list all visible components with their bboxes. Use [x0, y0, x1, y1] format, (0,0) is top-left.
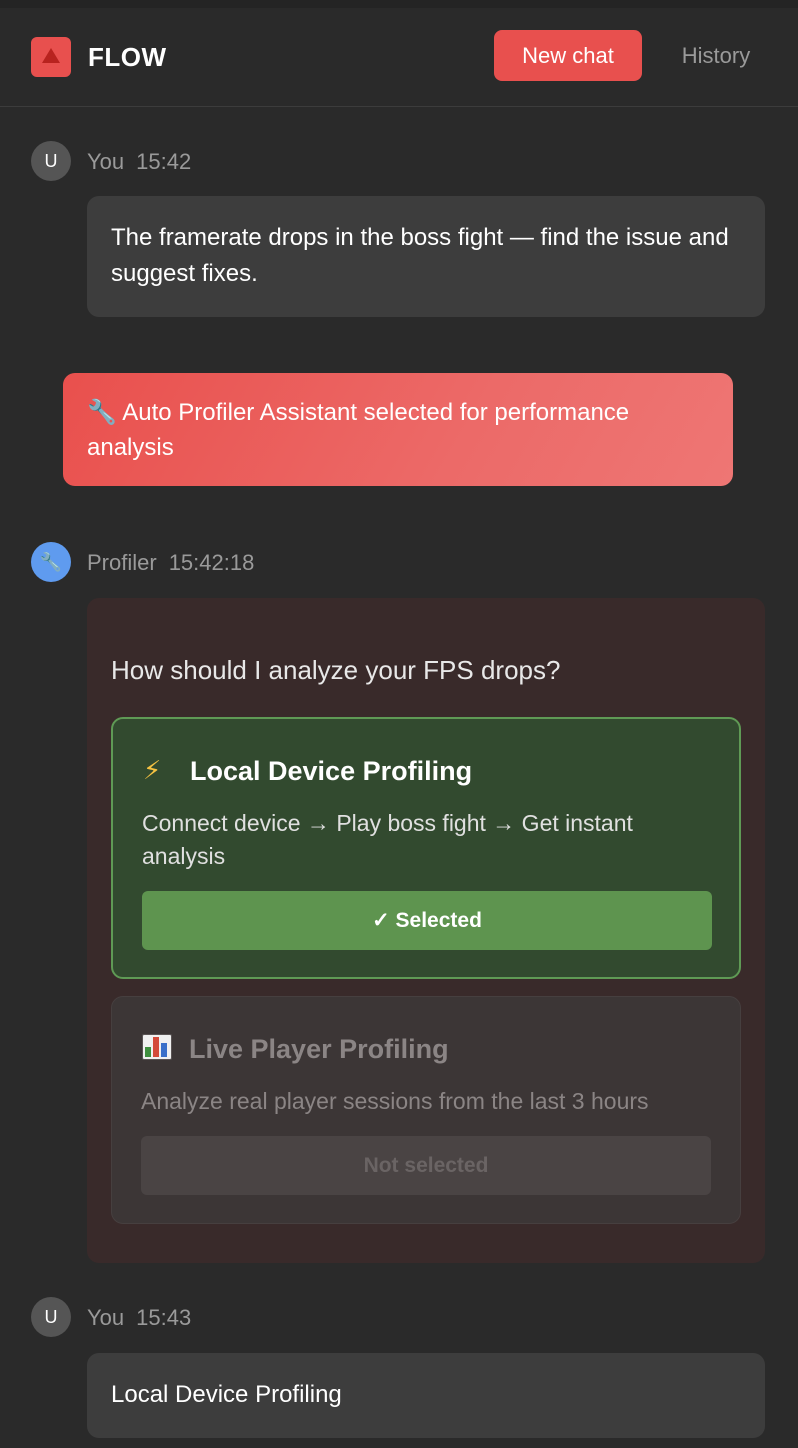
message-meta: You 15:42: [87, 149, 191, 175]
profiler-message-panel: How should I analyze your FPS drops? ⚡ L…: [87, 598, 765, 1263]
option-title: Live Player Profiling: [189, 1034, 449, 1064]
message-time: 15:42:18: [168, 550, 255, 575]
user-message-bubble: Local Device Profiling: [87, 1353, 765, 1438]
window-top-strip: [0, 0, 798, 8]
message-text: Local Device Profiling: [111, 1381, 342, 1408]
message-meta: You 15:43: [87, 1305, 191, 1331]
new-chat-button[interactable]: New chat: [494, 30, 642, 81]
user-avatar: U: [31, 141, 71, 181]
option-description: Connect device → Play boss fight → Get i…: [142, 810, 633, 869]
message-meta: Profiler 15:42:18: [87, 550, 254, 576]
lightning-icon: ⚡: [143, 755, 162, 785]
app-logo-icon: [31, 37, 71, 77]
profiler-avatar: 🔧: [31, 542, 71, 582]
option-description: Analyze real player sessions from the la…: [141, 1088, 649, 1114]
wrench-icon: 🔧: [39, 551, 63, 572]
message-author: You: [87, 1305, 125, 1330]
notice-text: 🔧 Auto Profiler Assistant selected for p…: [87, 399, 630, 461]
assistant-selected-notice: 🔧 Auto Profiler Assistant selected for p…: [63, 373, 733, 486]
history-button[interactable]: History: [664, 30, 768, 81]
bar-chart-icon: [142, 1033, 172, 1064]
message-author: You: [87, 149, 125, 174]
user-message-bubble: The framerate drops in the boss fight — …: [87, 196, 765, 317]
message-time: 15:43: [136, 1305, 192, 1330]
option-local-device-profiling[interactable]: ⚡ Local Device Profiling Connect device …: [111, 717, 741, 979]
option-title: Local Device Profiling: [190, 756, 473, 786]
user-avatar: U: [31, 1297, 71, 1337]
app-header: FLOW New chat History: [0, 8, 798, 107]
not-selected-button[interactable]: Not selected: [141, 1136, 711, 1195]
profiler-question: How should I analyze your FPS drops?: [111, 655, 561, 685]
app-title: FLOW: [88, 42, 167, 72]
selected-button[interactable]: ✓ Selected: [142, 891, 712, 950]
option-live-player-profiling[interactable]: Live Player Profiling Analyze real playe…: [111, 996, 741, 1224]
message-text: The framerate drops in the boss fight — …: [111, 224, 729, 287]
message-author: Profiler: [87, 550, 157, 575]
message-time: 15:42: [136, 149, 192, 174]
